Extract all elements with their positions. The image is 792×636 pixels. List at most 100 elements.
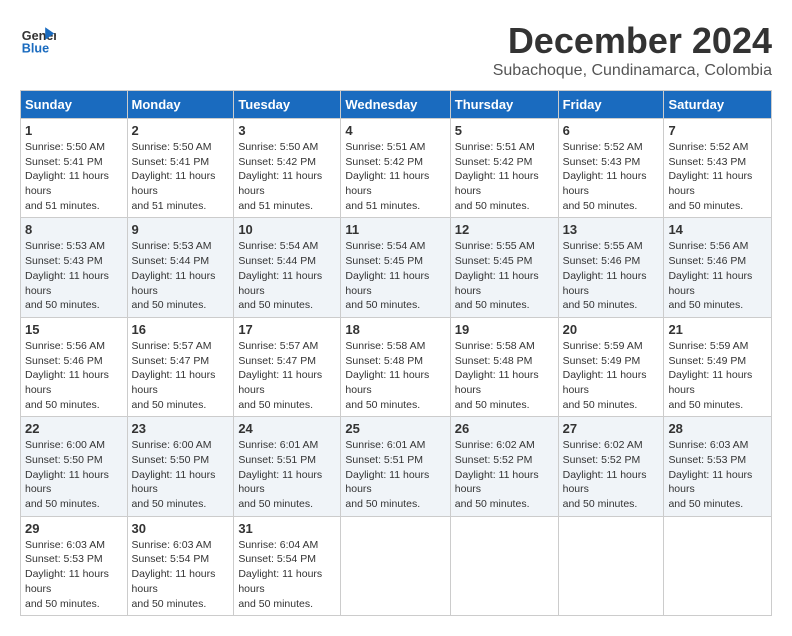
day-cell bbox=[558, 516, 664, 615]
day-cell bbox=[450, 516, 558, 615]
day-cell: 22 Sunrise: 6:00 AMSunset: 5:50 PMDaylig… bbox=[21, 417, 128, 516]
header-saturday: Saturday bbox=[664, 91, 772, 119]
day-cell bbox=[664, 516, 772, 615]
day-info: Sunrise: 5:56 AMSunset: 5:46 PMDaylight:… bbox=[668, 239, 767, 312]
day-number: 18 bbox=[345, 322, 445, 337]
day-info: Sunrise: 5:50 AMSunset: 5:42 PMDaylight:… bbox=[238, 140, 336, 213]
day-info: Sunrise: 5:54 AMSunset: 5:44 PMDaylight:… bbox=[238, 239, 336, 312]
day-number: 22 bbox=[25, 421, 123, 436]
day-number: 19 bbox=[455, 322, 554, 337]
page-header: General Blue December 2024 Subachoque, C… bbox=[20, 20, 772, 80]
day-cell: 9 Sunrise: 5:53 AMSunset: 5:44 PMDayligh… bbox=[127, 218, 234, 317]
day-cell: 1 Sunrise: 5:50 AMSunset: 5:41 PMDayligh… bbox=[21, 119, 128, 218]
day-number: 6 bbox=[563, 123, 660, 138]
header-thursday: Thursday bbox=[450, 91, 558, 119]
day-cell: 3 Sunrise: 5:50 AMSunset: 5:42 PMDayligh… bbox=[234, 119, 341, 218]
day-cell: 17 Sunrise: 5:57 AMSunset: 5:47 PMDaylig… bbox=[234, 317, 341, 416]
day-number: 3 bbox=[238, 123, 336, 138]
day-number: 2 bbox=[132, 123, 230, 138]
day-number: 23 bbox=[132, 421, 230, 436]
day-number: 17 bbox=[238, 322, 336, 337]
week-row-4: 22 Sunrise: 6:00 AMSunset: 5:50 PMDaylig… bbox=[21, 417, 772, 516]
day-info: Sunrise: 5:59 AMSunset: 5:49 PMDaylight:… bbox=[668, 339, 767, 412]
day-info: Sunrise: 5:58 AMSunset: 5:48 PMDaylight:… bbox=[345, 339, 445, 412]
day-number: 11 bbox=[345, 222, 445, 237]
header-tuesday: Tuesday bbox=[234, 91, 341, 119]
week-row-3: 15 Sunrise: 5:56 AMSunset: 5:46 PMDaylig… bbox=[21, 317, 772, 416]
day-cell: 18 Sunrise: 5:58 AMSunset: 5:48 PMDaylig… bbox=[341, 317, 450, 416]
day-cell: 24 Sunrise: 6:01 AMSunset: 5:51 PMDaylig… bbox=[234, 417, 341, 516]
day-info: Sunrise: 6:01 AMSunset: 5:51 PMDaylight:… bbox=[345, 438, 445, 511]
day-cell: 16 Sunrise: 5:57 AMSunset: 5:47 PMDaylig… bbox=[127, 317, 234, 416]
day-number: 27 bbox=[563, 421, 660, 436]
day-number: 13 bbox=[563, 222, 660, 237]
svg-text:Blue: Blue bbox=[22, 41, 49, 55]
day-cell: 5 Sunrise: 5:51 AMSunset: 5:42 PMDayligh… bbox=[450, 119, 558, 218]
day-cell: 12 Sunrise: 5:55 AMSunset: 5:45 PMDaylig… bbox=[450, 218, 558, 317]
day-cell: 19 Sunrise: 5:58 AMSunset: 5:48 PMDaylig… bbox=[450, 317, 558, 416]
day-info: Sunrise: 5:51 AMSunset: 5:42 PMDaylight:… bbox=[455, 140, 554, 213]
day-cell: 23 Sunrise: 6:00 AMSunset: 5:50 PMDaylig… bbox=[127, 417, 234, 516]
day-info: Sunrise: 5:58 AMSunset: 5:48 PMDaylight:… bbox=[455, 339, 554, 412]
day-number: 15 bbox=[25, 322, 123, 337]
day-cell: 31 Sunrise: 6:04 AMSunset: 5:54 PMDaylig… bbox=[234, 516, 341, 615]
day-cell: 20 Sunrise: 5:59 AMSunset: 5:49 PMDaylig… bbox=[558, 317, 664, 416]
calendar-table: SundayMondayTuesdayWednesdayThursdayFrid… bbox=[20, 90, 772, 616]
day-info: Sunrise: 5:59 AMSunset: 5:49 PMDaylight:… bbox=[563, 339, 660, 412]
week-row-2: 8 Sunrise: 5:53 AMSunset: 5:43 PMDayligh… bbox=[21, 218, 772, 317]
day-info: Sunrise: 5:53 AMSunset: 5:43 PMDaylight:… bbox=[25, 239, 123, 312]
day-cell: 7 Sunrise: 5:52 AMSunset: 5:43 PMDayligh… bbox=[664, 119, 772, 218]
day-cell: 27 Sunrise: 6:02 AMSunset: 5:52 PMDaylig… bbox=[558, 417, 664, 516]
day-number: 28 bbox=[668, 421, 767, 436]
title-block: December 2024 Subachoque, Cundinamarca, … bbox=[493, 20, 772, 80]
day-info: Sunrise: 6:02 AMSunset: 5:52 PMDaylight:… bbox=[455, 438, 554, 511]
day-cell: 4 Sunrise: 5:51 AMSunset: 5:42 PMDayligh… bbox=[341, 119, 450, 218]
day-number: 7 bbox=[668, 123, 767, 138]
day-number: 25 bbox=[345, 421, 445, 436]
logo: General Blue bbox=[20, 20, 56, 56]
day-info: Sunrise: 6:00 AMSunset: 5:50 PMDaylight:… bbox=[25, 438, 123, 511]
day-number: 20 bbox=[563, 322, 660, 337]
day-info: Sunrise: 5:55 AMSunset: 5:45 PMDaylight:… bbox=[455, 239, 554, 312]
day-number: 14 bbox=[668, 222, 767, 237]
day-number: 4 bbox=[345, 123, 445, 138]
day-info: Sunrise: 6:03 AMSunset: 5:53 PMDaylight:… bbox=[25, 538, 123, 611]
day-cell: 28 Sunrise: 6:03 AMSunset: 5:53 PMDaylig… bbox=[664, 417, 772, 516]
header-friday: Friday bbox=[558, 91, 664, 119]
header-sunday: Sunday bbox=[21, 91, 128, 119]
day-number: 12 bbox=[455, 222, 554, 237]
week-row-5: 29 Sunrise: 6:03 AMSunset: 5:53 PMDaylig… bbox=[21, 516, 772, 615]
day-cell: 29 Sunrise: 6:03 AMSunset: 5:53 PMDaylig… bbox=[21, 516, 128, 615]
day-number: 16 bbox=[132, 322, 230, 337]
day-info: Sunrise: 5:56 AMSunset: 5:46 PMDaylight:… bbox=[25, 339, 123, 412]
day-number: 26 bbox=[455, 421, 554, 436]
day-cell: 26 Sunrise: 6:02 AMSunset: 5:52 PMDaylig… bbox=[450, 417, 558, 516]
day-number: 31 bbox=[238, 521, 336, 536]
day-info: Sunrise: 6:02 AMSunset: 5:52 PMDaylight:… bbox=[563, 438, 660, 511]
day-cell: 13 Sunrise: 5:55 AMSunset: 5:46 PMDaylig… bbox=[558, 218, 664, 317]
day-cell: 21 Sunrise: 5:59 AMSunset: 5:49 PMDaylig… bbox=[664, 317, 772, 416]
day-number: 5 bbox=[455, 123, 554, 138]
day-info: Sunrise: 5:51 AMSunset: 5:42 PMDaylight:… bbox=[345, 140, 445, 213]
day-number: 10 bbox=[238, 222, 336, 237]
day-info: Sunrise: 5:54 AMSunset: 5:45 PMDaylight:… bbox=[345, 239, 445, 312]
day-info: Sunrise: 6:04 AMSunset: 5:54 PMDaylight:… bbox=[238, 538, 336, 611]
header-monday: Monday bbox=[127, 91, 234, 119]
day-info: Sunrise: 5:52 AMSunset: 5:43 PMDaylight:… bbox=[563, 140, 660, 213]
day-cell: 8 Sunrise: 5:53 AMSunset: 5:43 PMDayligh… bbox=[21, 218, 128, 317]
day-number: 24 bbox=[238, 421, 336, 436]
location: Subachoque, Cundinamarca, Colombia bbox=[493, 62, 772, 80]
month-title: December 2024 bbox=[493, 20, 772, 62]
day-number: 8 bbox=[25, 222, 123, 237]
day-number: 30 bbox=[132, 521, 230, 536]
day-cell bbox=[341, 516, 450, 615]
day-info: Sunrise: 6:03 AMSunset: 5:53 PMDaylight:… bbox=[668, 438, 767, 511]
day-cell: 30 Sunrise: 6:03 AMSunset: 5:54 PMDaylig… bbox=[127, 516, 234, 615]
day-cell: 2 Sunrise: 5:50 AMSunset: 5:41 PMDayligh… bbox=[127, 119, 234, 218]
day-cell: 15 Sunrise: 5:56 AMSunset: 5:46 PMDaylig… bbox=[21, 317, 128, 416]
header-row: SundayMondayTuesdayWednesdayThursdayFrid… bbox=[21, 91, 772, 119]
header-wednesday: Wednesday bbox=[341, 91, 450, 119]
day-cell: 25 Sunrise: 6:01 AMSunset: 5:51 PMDaylig… bbox=[341, 417, 450, 516]
day-info: Sunrise: 5:55 AMSunset: 5:46 PMDaylight:… bbox=[563, 239, 660, 312]
day-number: 29 bbox=[25, 521, 123, 536]
